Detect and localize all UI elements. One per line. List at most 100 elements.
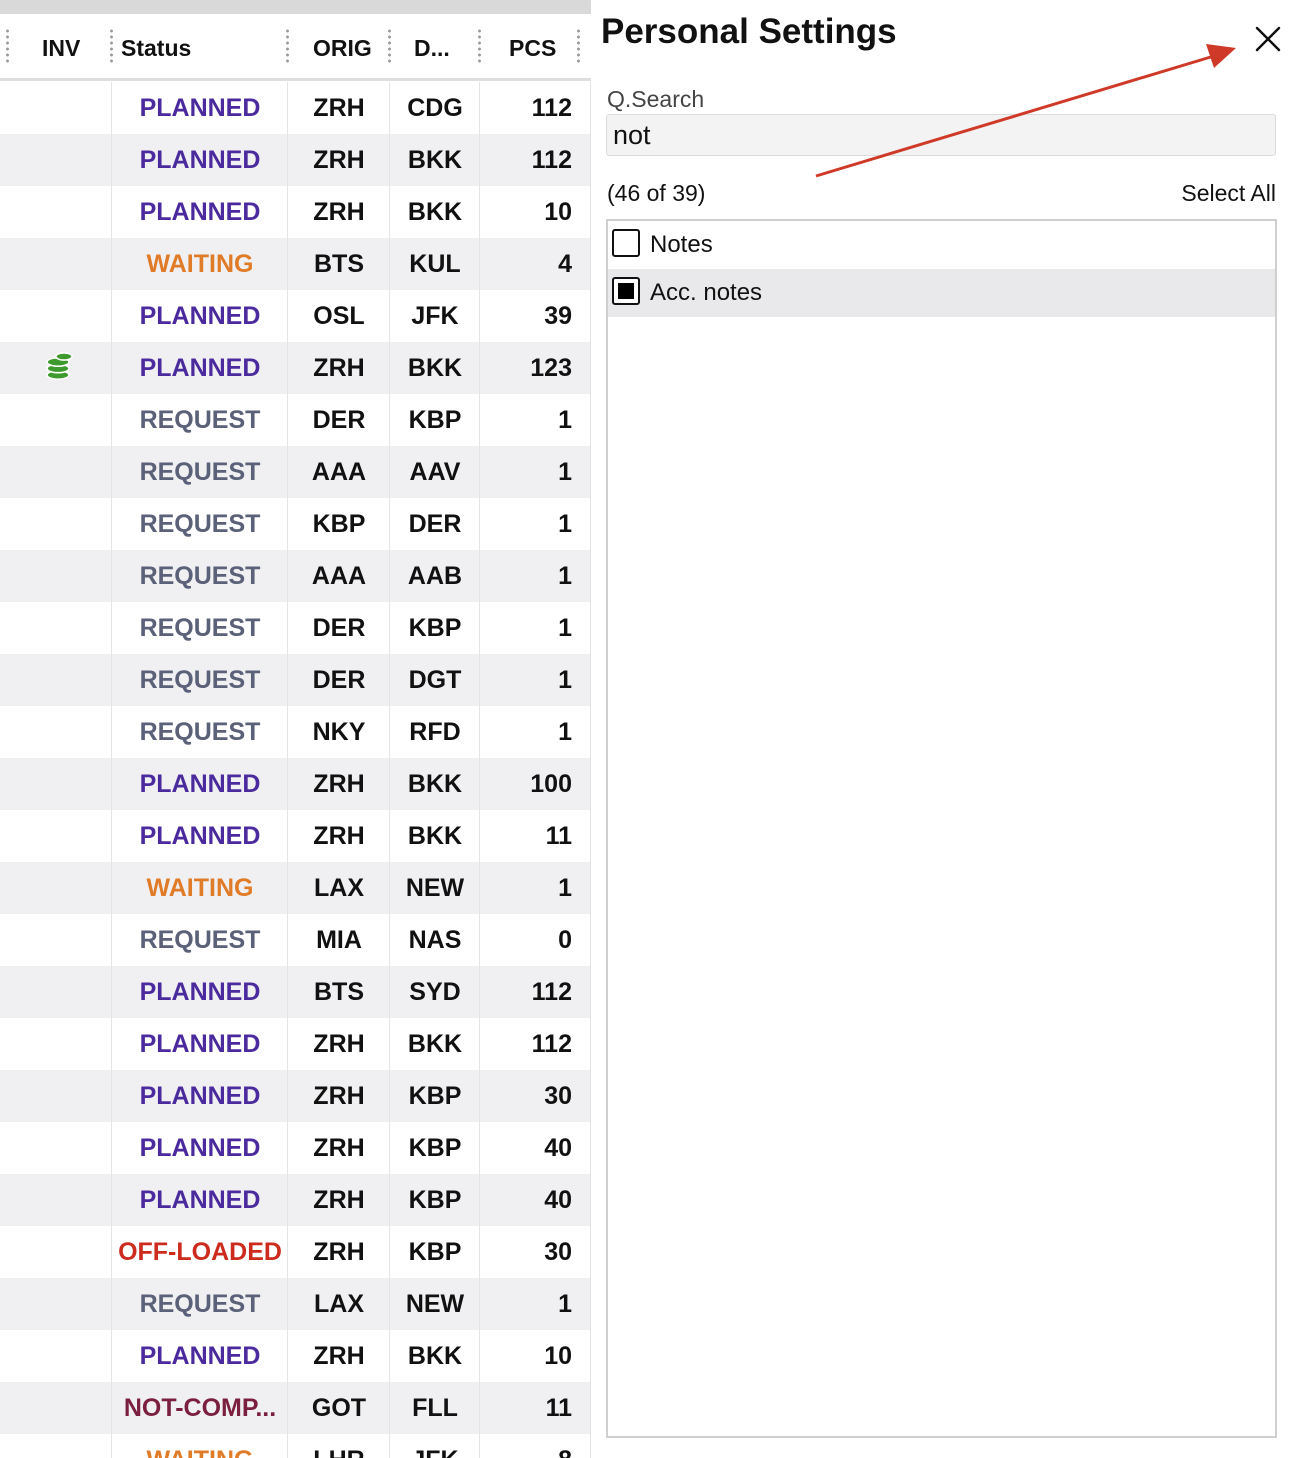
table-row[interactable]: REQUEST KBP DER 1 — [0, 498, 591, 550]
table-row[interactable]: PLANNED ZRH BKK 100 — [0, 758, 591, 810]
status-cell: PLANNED — [139, 94, 261, 122]
close-button[interactable] — [1251, 22, 1285, 56]
table-row[interactable]: REQUEST NKY RFD 1 — [0, 706, 591, 758]
panel-title: Personal Settings — [601, 12, 897, 51]
table-row[interactable]: PLANNED ZRH BKK 112 — [0, 1018, 591, 1070]
table-row[interactable]: PLANNED ZRH KBP 40 — [0, 1122, 591, 1174]
pieces-cell: 1 — [558, 614, 572, 642]
origin-cell: AAA — [311, 562, 367, 590]
inv-cell — [10, 1226, 110, 1278]
coins-icon[interactable] — [45, 351, 75, 381]
table-row[interactable]: REQUEST DER DGT 1 — [0, 654, 591, 706]
table-row[interactable]: REQUEST LAX NEW 1 — [0, 1278, 591, 1330]
inv-cell — [10, 966, 110, 1018]
pieces-cell: 10 — [544, 1342, 572, 1370]
table-row[interactable]: REQUEST MIA NAS 0 — [0, 914, 591, 966]
column-resize-handle[interactable] — [110, 28, 113, 64]
column-header-pcs[interactable]: PCS — [509, 28, 556, 68]
inv-cell — [10, 134, 110, 186]
destination-cell: BKK — [407, 198, 463, 226]
quick-search-input[interactable] — [606, 114, 1276, 156]
status-cell: PLANNED — [139, 1030, 261, 1058]
origin-cell: BTS — [314, 250, 364, 278]
table-row[interactable]: WAITING LAX NEW 1 — [0, 862, 591, 914]
table-row[interactable]: PLANNED OSL JFK 39 — [0, 290, 591, 342]
column-header-orig[interactable]: ORIG — [313, 28, 372, 68]
select-all-link[interactable]: Select All — [1181, 180, 1276, 207]
origin-cell: DER — [312, 666, 366, 694]
acc-notes-checkbox[interactable] — [612, 277, 640, 305]
column-resize-handle[interactable] — [6, 28, 9, 64]
inv-cell — [10, 810, 110, 862]
status-cell: PLANNED — [139, 770, 261, 798]
destination-cell: BKK — [407, 1342, 463, 1370]
table-row[interactable]: WAITING BTS KUL 4 — [0, 238, 591, 290]
inv-cell — [10, 394, 110, 446]
destination-cell: BKK — [407, 146, 463, 174]
table-row[interactable]: PLANNED BTS SYD 112 — [0, 966, 591, 1018]
status-cell: PLANNED — [139, 1186, 261, 1214]
column-resize-handle[interactable] — [478, 28, 481, 64]
table-row[interactable]: REQUEST AAA AAV 1 — [0, 446, 591, 498]
origin-cell: ZRH — [313, 146, 365, 174]
status-cell: NOT-COMP... — [123, 1394, 277, 1422]
column-header-inv[interactable]: INV — [42, 28, 80, 68]
status-cell: PLANNED — [139, 1134, 261, 1162]
pieces-cell: 112 — [531, 146, 572, 174]
table-row[interactable]: PLANNED ZRH BKK 10 — [0, 186, 591, 238]
pieces-cell: 11 — [545, 822, 572, 850]
status-cell: WAITING — [146, 874, 254, 902]
table-row[interactable]: PLANNED ZRH BKK 112 — [0, 134, 591, 186]
destination-cell: KUL — [409, 250, 461, 278]
inv-cell — [10, 1382, 110, 1434]
table-row[interactable]: OFF-LOADED ZRH KBP 30 — [0, 1226, 591, 1278]
destination-cell: KBP — [408, 614, 462, 642]
column-header-dest[interactable]: D... — [414, 28, 450, 68]
column-header-status[interactable]: Status — [121, 28, 191, 68]
origin-cell: ZRH — [313, 94, 365, 122]
column-resize-handle[interactable] — [577, 28, 580, 64]
inv-cell — [10, 1070, 110, 1122]
table-row[interactable]: PLANNED ZRH KBP 40 — [0, 1174, 591, 1226]
table-row[interactable]: PLANNED ZRH BKK 123 — [0, 342, 591, 394]
column-resize-handle[interactable] — [388, 28, 391, 64]
notes-checkbox[interactable] — [612, 229, 640, 257]
table-row[interactable]: PLANNED ZRH BKK 10 — [0, 1330, 591, 1382]
inv-cell — [10, 706, 110, 758]
table-row[interactable]: PLANNED ZRH BKK 11 — [0, 810, 591, 862]
column-resize-handle[interactable] — [286, 28, 289, 64]
pieces-cell: 1 — [558, 666, 572, 694]
table-row[interactable]: REQUEST AAA AAB 1 — [0, 550, 591, 602]
origin-cell: ZRH — [313, 1082, 365, 1110]
status-cell: PLANNED — [139, 198, 261, 226]
origin-cell: OSL — [313, 302, 365, 330]
table-row[interactable]: NOT-COMP... GOT FLL 11 — [0, 1382, 591, 1434]
destination-cell: RFD — [409, 718, 461, 746]
inv-cell — [10, 1330, 110, 1382]
shipments-grid: INV Status ORIG D... PCS PLANNED ZRH CDG 11… — [0, 0, 591, 1458]
pieces-cell: 1 — [558, 874, 572, 902]
table-row[interactable]: REQUEST DER KBP 1 — [0, 394, 591, 446]
inv-cell — [10, 550, 110, 602]
inv-cell — [10, 1018, 110, 1070]
grid-body: PLANNED ZRH CDG 112 PLANNED ZRH BKK 112 PLANNED Z… — [0, 82, 591, 1458]
personal-settings-panel: Personal Settings Q.Search (46 of 39) Se… — [591, 0, 1292, 1458]
pieces-cell: 4 — [558, 250, 572, 278]
pieces-cell: 112 — [531, 978, 572, 1006]
status-cell: OFF-LOADED — [118, 1238, 282, 1266]
status-cell: REQUEST — [139, 926, 261, 954]
inv-cell — [10, 446, 110, 498]
pieces-cell: 1 — [558, 1290, 572, 1318]
origin-cell: ZRH — [313, 1186, 365, 1214]
search-label: Q.Search — [607, 86, 705, 112]
table-row[interactable]: PLANNED ZRH KBP 30 — [0, 1070, 591, 1122]
option-acc-notes[interactable]: Acc. notes — [608, 269, 1275, 317]
option-label: Notes — [650, 231, 713, 258]
table-row[interactable]: WAITINGLHRJFK8 — [0, 1434, 591, 1458]
option-notes[interactable]: Notes — [608, 221, 1275, 269]
origin-cell: LAX — [314, 874, 364, 902]
grid-scrollbar-strip[interactable] — [0, 0, 591, 14]
table-row[interactable]: REQUEST DER KBP 1 — [0, 602, 591, 654]
table-row[interactable]: PLANNED ZRH CDG 112 — [0, 82, 591, 134]
destination-cell: BKK — [407, 1030, 463, 1058]
